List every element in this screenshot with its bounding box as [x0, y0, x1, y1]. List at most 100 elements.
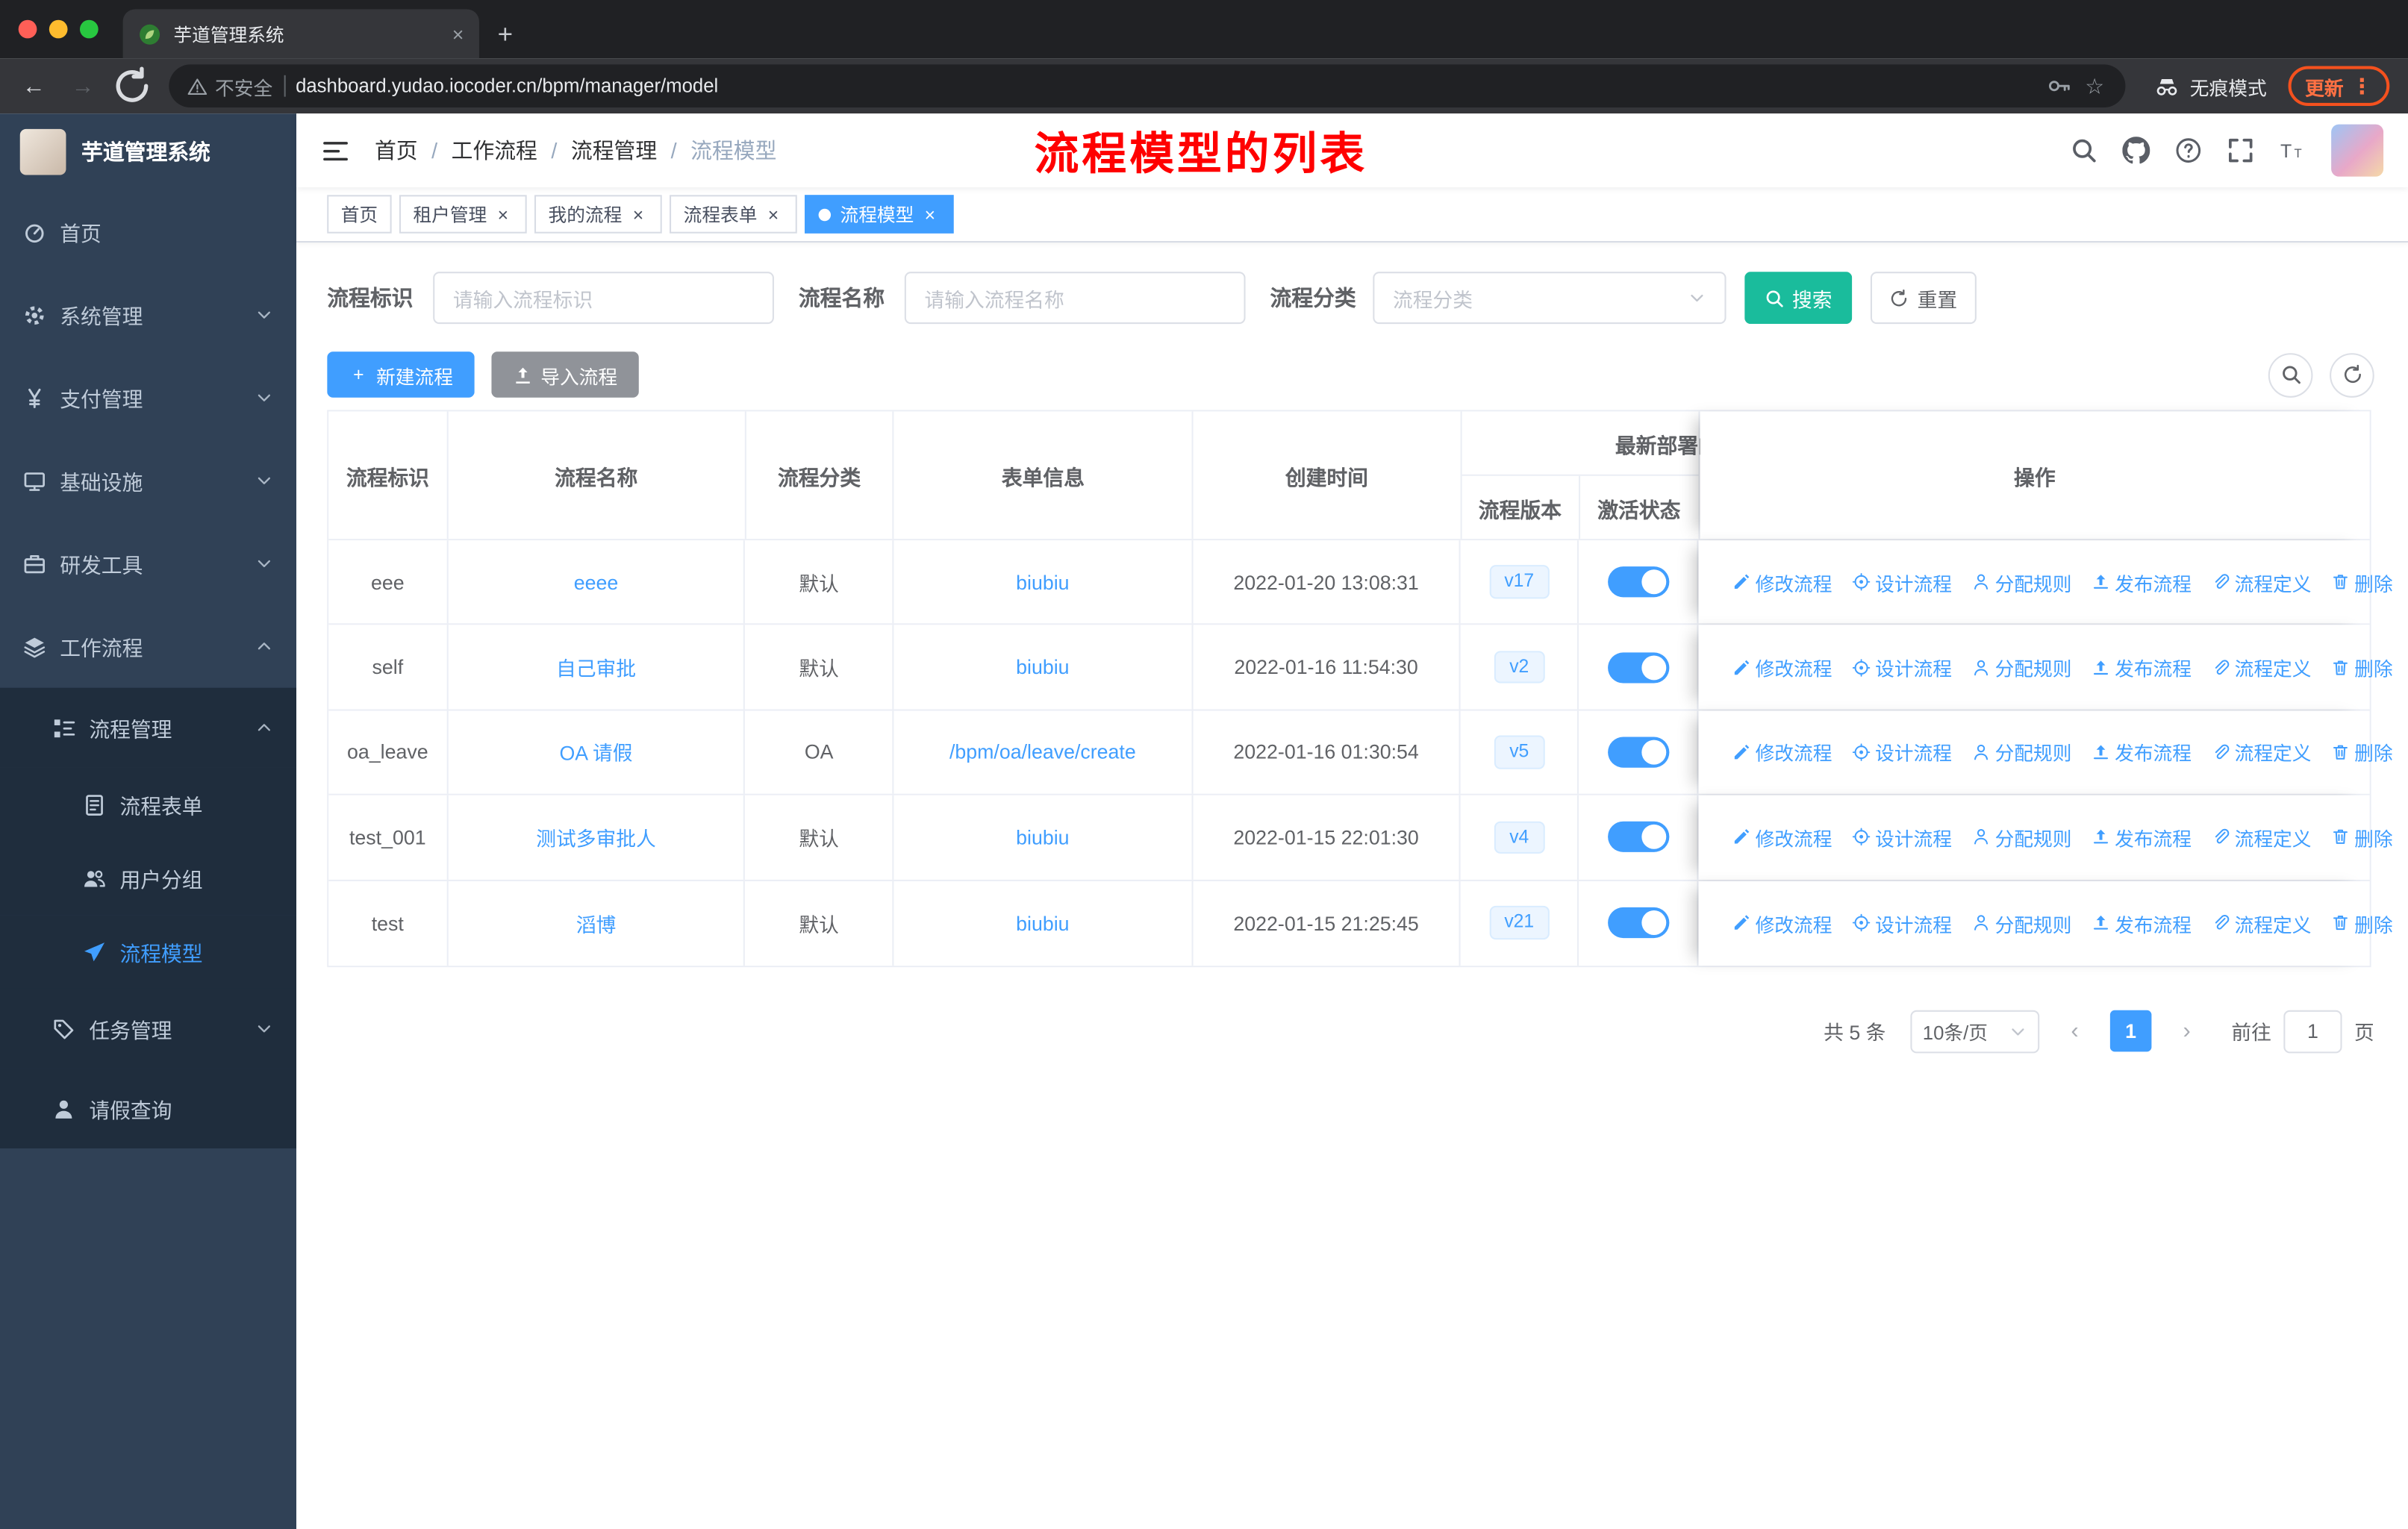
forward-button[interactable]: → — [61, 64, 105, 107]
sidebar-item-devtools[interactable]: 研发工具 — [0, 522, 296, 605]
action-publish-button[interactable]: 发布流程 — [2092, 822, 2192, 851]
action-definition-button[interactable]: 流程定义 — [2212, 822, 2312, 851]
page-size-select[interactable]: 10条/页 — [1910, 1010, 2040, 1054]
goto-page-input[interactable]: 1 — [2283, 1010, 2342, 1054]
tag-close-icon[interactable]: × — [920, 204, 941, 225]
breadcrumb-item-process-management[interactable]: 流程管理 — [571, 135, 657, 166]
tag-home[interactable]: 首页 — [327, 195, 392, 234]
close-window-button[interactable] — [18, 19, 37, 39]
action-edit-button[interactable]: 修改流程 — [1732, 822, 1832, 851]
back-button[interactable]: ← — [12, 64, 55, 107]
action-delete-button[interactable]: 删除 — [2331, 738, 2393, 767]
sidebar-item-user-group[interactable]: 用户分组 — [0, 841, 297, 916]
form-info-link[interactable]: biubiu — [1016, 912, 1069, 935]
action-assign-rule-button[interactable]: 分配规则 — [1972, 653, 2071, 682]
breadcrumb-item-workflow[interactable]: 工作流程 — [452, 135, 537, 166]
action-assign-rule-button[interactable]: 分配规则 — [1972, 822, 2071, 851]
action-delete-button[interactable]: 删除 — [2331, 653, 2393, 682]
zoom-window-button[interactable] — [79, 19, 99, 39]
show-search-button[interactable] — [2268, 352, 2313, 397]
action-delete-button[interactable]: 删除 — [2331, 908, 2393, 937]
search-icon[interactable] — [2070, 137, 2097, 164]
active-toggle[interactable] — [1607, 737, 1669, 768]
version-tag[interactable]: v21 — [1488, 906, 1550, 940]
action-edit-button[interactable]: 修改流程 — [1732, 568, 1832, 597]
sidebar-item-process-form[interactable]: 流程表单 — [0, 767, 297, 842]
action-delete-button[interactable]: 删除 — [2331, 568, 2393, 597]
search-button[interactable]: 搜索 — [1744, 272, 1853, 325]
action-assign-rule-button[interactable]: 分配规则 — [1972, 908, 2071, 937]
update-button[interactable]: 更新 ⋮ — [2288, 66, 2390, 106]
new-tab-button[interactable]: + — [479, 12, 531, 58]
address-bar[interactable]: 不安全 dashboard.yudao.iocoder.cn/bpm/manag… — [169, 64, 2126, 108]
browser-tab[interactable]: 芋道管理系统 × — [122, 9, 479, 59]
tag-close-icon[interactable]: × — [764, 204, 784, 225]
import-process-button[interactable]: 导入流程 — [491, 351, 639, 398]
action-design-button[interactable]: 设计流程 — [1852, 822, 1952, 851]
action-definition-button[interactable]: 流程定义 — [2212, 653, 2312, 682]
form-info-link[interactable]: /bpm/oa/leave/create — [949, 741, 1136, 764]
bookmark-star-icon[interactable]: ☆ — [2083, 73, 2107, 99]
sidebar-item-task-management[interactable]: 任务管理 — [0, 988, 297, 1069]
action-assign-rule-button[interactable]: 分配规则 — [1972, 738, 2071, 767]
tab-close-icon[interactable]: × — [452, 22, 464, 46]
process-name-link[interactable]: eeee — [574, 571, 619, 594]
sidebar-item-home[interactable]: 首页 — [0, 190, 296, 273]
category-select[interactable]: 流程分类 — [1373, 272, 1727, 325]
sidebar-item-process-model[interactable]: 流程模型 — [0, 915, 297, 989]
sidebar-item-leave-query[interactable]: 请假查询 — [0, 1068, 297, 1148]
tag-process-form[interactable]: 流程表单 × — [670, 195, 797, 234]
active-toggle[interactable] — [1607, 907, 1669, 939]
reset-button[interactable]: 重置 — [1870, 272, 1977, 325]
action-definition-button[interactable]: 流程定义 — [2212, 568, 2312, 597]
version-tag[interactable]: v4 — [1494, 820, 1544, 854]
tag-tenant[interactable]: 租户管理 × — [399, 195, 527, 234]
tag-close-icon[interactable]: × — [493, 204, 513, 225]
version-tag[interactable]: v2 — [1494, 650, 1544, 684]
action-edit-button[interactable]: 修改流程 — [1732, 908, 1832, 937]
refresh-table-button[interactable] — [2330, 352, 2374, 397]
action-design-button[interactable]: 设计流程 — [1852, 568, 1952, 597]
action-design-button[interactable]: 设计流程 — [1852, 653, 1952, 682]
action-definition-button[interactable]: 流程定义 — [2212, 908, 2312, 937]
page-number-1[interactable]: 1 — [2109, 1010, 2152, 1053]
prev-page-button[interactable]: ‹ — [2055, 1010, 2094, 1054]
action-assign-rule-button[interactable]: 分配规则 — [1972, 568, 2071, 597]
reload-button[interactable] — [110, 64, 154, 107]
sidebar-item-process-management[interactable]: 流程管理 — [0, 687, 297, 768]
create-process-button[interactable]: + 新建流程 — [327, 351, 475, 398]
breadcrumb-item-home[interactable]: 首页 — [375, 135, 418, 166]
sidebar-item-workflow[interactable]: 工作流程 — [0, 605, 296, 688]
version-tag[interactable]: v5 — [1494, 735, 1544, 769]
security-status[interactable]: 不安全 — [187, 72, 272, 101]
process-key-input[interactable]: 请输入流程标识 — [433, 272, 774, 325]
fullscreen-icon[interactable] — [2227, 137, 2254, 164]
active-toggle[interactable] — [1607, 651, 1669, 683]
help-icon[interactable] — [2174, 137, 2202, 164]
github-icon[interactable] — [2122, 137, 2150, 164]
next-page-button[interactable]: › — [2167, 1010, 2206, 1054]
action-publish-button[interactable]: 发布流程 — [2092, 568, 2192, 597]
action-definition-button[interactable]: 流程定义 — [2212, 738, 2312, 767]
sidebar-item-payment[interactable]: 支付管理 — [0, 356, 296, 439]
sidebar-item-system[interactable]: 系统管理 — [0, 273, 296, 356]
avatar[interactable] — [2331, 124, 2384, 177]
action-edit-button[interactable]: 修改流程 — [1732, 653, 1832, 682]
action-design-button[interactable]: 设计流程 — [1852, 908, 1952, 937]
process-name-link[interactable]: 自己审批 — [556, 653, 636, 682]
action-edit-button[interactable]: 修改流程 — [1732, 738, 1832, 767]
process-name-link[interactable]: 滔博 — [576, 908, 617, 937]
form-info-link[interactable]: biubiu — [1016, 826, 1069, 849]
version-tag[interactable]: v17 — [1488, 565, 1550, 599]
sidebar-logo[interactable]: 芋道管理系统 — [0, 113, 296, 190]
process-name-input[interactable]: 请输入流程名称 — [904, 272, 1246, 325]
process-name-link[interactable]: 测试多审批人 — [536, 822, 656, 851]
process-name-link[interactable]: OA 请假 — [559, 738, 632, 767]
active-toggle[interactable] — [1607, 822, 1669, 853]
action-delete-button[interactable]: 删除 — [2331, 822, 2393, 851]
key-icon[interactable] — [2047, 74, 2071, 99]
form-info-link[interactable]: biubiu — [1016, 656, 1069, 679]
tag-process-model[interactable]: 流程模型 × — [805, 195, 954, 234]
sidebar-item-infrastructure[interactable]: 基础设施 — [0, 439, 296, 522]
active-toggle[interactable] — [1607, 566, 1669, 598]
